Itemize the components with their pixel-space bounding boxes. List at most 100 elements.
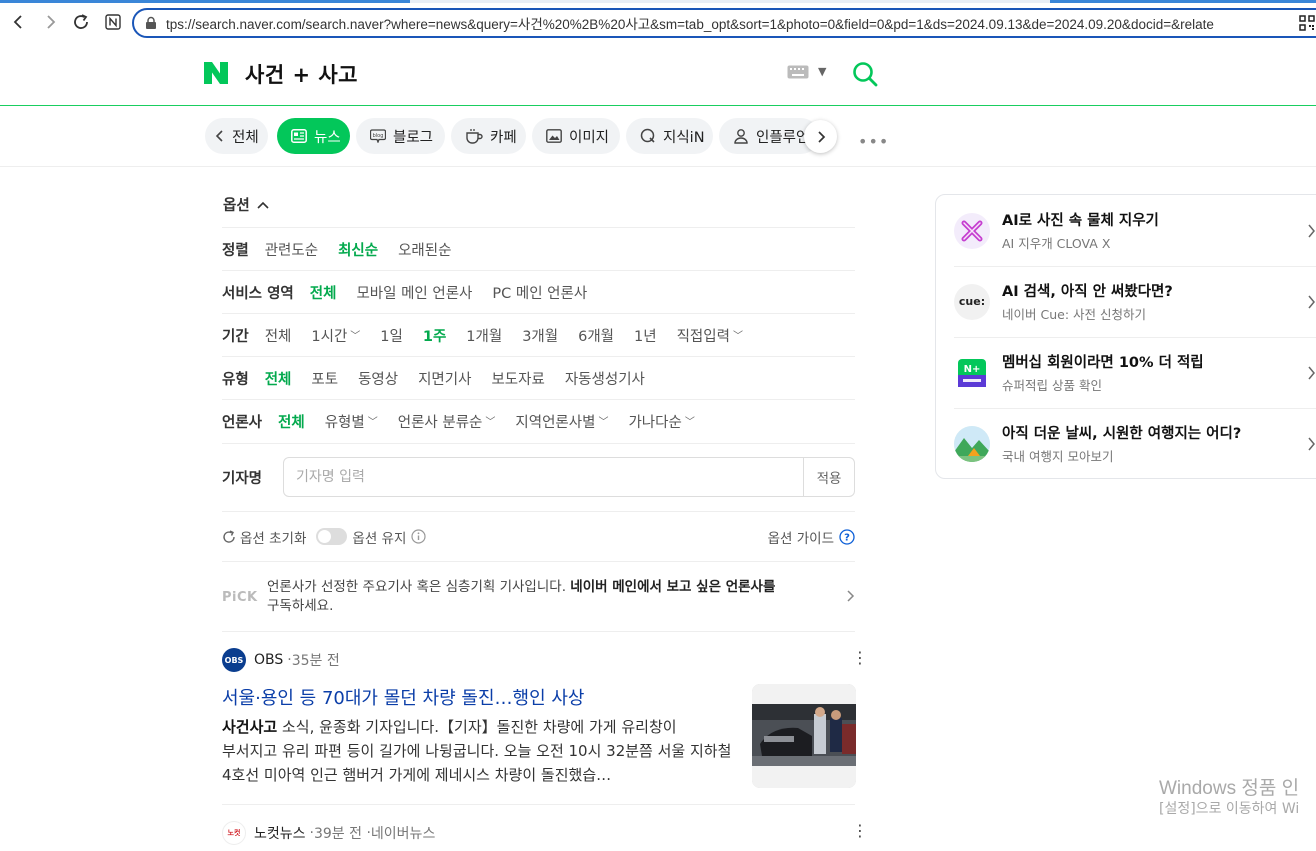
search-header: 사건 + 사고 ▼ — [0, 41, 1316, 106]
period-6month[interactable]: 6개월 — [578, 325, 614, 346]
keep-label: 옵션 유지 — [352, 530, 407, 547]
press-by-region-label: 지역언론사별 — [515, 414, 596, 431]
blog-icon: blog — [370, 129, 386, 143]
side-item-subtitle: 네이버 Cue: 사전 신청하기 — [1002, 307, 1146, 322]
chevron-right-icon — [1308, 366, 1315, 380]
options-tools: 옵션 초기화 옵션 유지 옵션 가이드 ? — [222, 511, 855, 561]
pick-banner[interactable]: PiCK 언론사가 선정한 주요기사 혹은 심층기획 기사입니다. 네이버 메인… — [222, 561, 855, 632]
press-by-type[interactable]: 유형별 ﹀ — [325, 411, 378, 432]
travel-icon — [954, 425, 990, 462]
press-all[interactable]: 전체 — [278, 411, 305, 432]
options-title: 옵션 — [223, 198, 250, 214]
type-print[interactable]: 지면기사 — [418, 368, 471, 389]
period-1month[interactable]: 1개월 — [466, 325, 502, 346]
options-toggle[interactable]: 옵션 — [223, 194, 269, 215]
press-alphabetical[interactable]: 가나다순 ﹀ — [628, 411, 694, 432]
side-item-text: 멤버십 회원이라면 10% 더 적립 슈퍼적립 상품 확인 — [1002, 351, 1204, 394]
press-name[interactable]: OBS — [254, 652, 283, 668]
period-custom[interactable]: 직접입력 ﹀ — [677, 325, 743, 346]
options-guide-link[interactable]: 옵션 가이드 ? — [768, 527, 855, 547]
news-thumbnail[interactable] — [752, 684, 856, 788]
cue-icon: cue: — [954, 283, 990, 320]
type-photo[interactable]: 포토 — [311, 368, 338, 389]
forward-button[interactable] — [38, 10, 62, 34]
chevron-down-icon: ﹀ — [485, 416, 496, 428]
reset-options-button[interactable]: 옵션 초기화 — [222, 527, 306, 547]
tab-all[interactable]: 전체 — [205, 118, 268, 154]
press-by-type-label: 유형별 — [324, 414, 365, 431]
news-title-link[interactable]: 서울·용인 등 70대가 몰던 차량 돌진…행인 사상 — [222, 684, 584, 710]
press-name[interactable]: 노컷뉴스 — [254, 823, 306, 843]
address-bar[interactable]: tps://search.naver.com/search.naver?wher… — [132, 8, 1316, 38]
type-press-release[interactable]: 보도자료 — [491, 368, 544, 389]
help-icon: ? — [839, 529, 855, 545]
tab-label: 이미지 — [569, 129, 610, 146]
press-logo-nocut[interactable]: 노컷 — [222, 821, 246, 845]
side-item-membership[interactable]: N+ 멤버십 회원이라면 10% 더 적립 슈퍼적립 상품 확인 — [954, 337, 1316, 408]
press-by-region[interactable]: 지역언론사별 ﹀ — [515, 411, 608, 432]
keyboard-caret-icon[interactable]: ▼ — [818, 65, 826, 78]
apply-button[interactable]: 적용 — [803, 458, 854, 496]
period-1year[interactable]: 1년 — [634, 325, 657, 346]
side-item-subtitle: 국내 여행지 모아보기 — [1002, 449, 1114, 464]
tab-blog[interactable]: blog 블로그 — [356, 118, 445, 154]
tab-image[interactable]: 이미지 — [532, 118, 620, 154]
keep-options-toggle[interactable] — [316, 528, 348, 545]
type-all[interactable]: 전체 — [265, 368, 292, 389]
side-item-title: 멤버십 회원이라면 10% 더 적립 — [1002, 355, 1204, 371]
search-icon[interactable] — [852, 61, 878, 87]
side-item-cue[interactable]: cue: AI 검색, 아직 안 써봤다면? 네이버 Cue: 사전 신청하기 — [954, 266, 1316, 337]
period-1week[interactable]: 1주 — [423, 325, 446, 346]
reload-button[interactable] — [69, 10, 93, 34]
period-1day[interactable]: 1일 — [380, 325, 403, 346]
type-auto-generated[interactable]: 자동생성기사 — [565, 368, 645, 389]
option-label: 서비스 영역 — [222, 285, 294, 302]
naver-logo-icon[interactable] — [204, 62, 228, 84]
keyboard-icon[interactable] — [787, 65, 809, 79]
press-logo-obs[interactable]: OBS — [222, 648, 246, 672]
news-snippet[interactable]: 사건사고 소식, 윤종화 기자입니다.【기자】돌진한 차량에 가게 유리창이 부… — [222, 715, 732, 787]
chevron-down-icon: ﹀ — [367, 416, 378, 428]
sort-relevance[interactable]: 관련도순 — [265, 239, 318, 260]
service-pc-main[interactable]: PC 메인 언론사 — [492, 282, 587, 303]
press-by-category-label: 언론사 분류순 — [397, 414, 483, 431]
service-all[interactable]: 전체 — [310, 282, 337, 303]
press-by-category[interactable]: 언론사 분류순 ﹀ — [398, 411, 496, 432]
tab-cafe[interactable]: 카페 — [451, 118, 526, 154]
tab-news[interactable]: 뉴스 — [277, 118, 350, 154]
chevron-up-icon — [257, 201, 269, 209]
side-item-travel[interactable]: 아직 더운 날씨, 시원한 여행지는 어디? 국내 여행지 모아보기 — [954, 408, 1316, 479]
more-options-icon[interactable]: ⋮ — [852, 823, 868, 839]
site-favicon[interactable] — [101, 10, 125, 34]
service-mobile-main[interactable]: 모바일 메인 언론사 — [356, 282, 472, 303]
qr-code-icon[interactable] — [1299, 15, 1315, 31]
news-separator — [222, 804, 855, 805]
tabs-next-button[interactable] — [804, 120, 837, 153]
news-snippet-highlight: 사건사고 — [222, 718, 278, 736]
back-button[interactable] — [7, 10, 31, 34]
chevron-right-icon — [1308, 437, 1315, 451]
tab-label: 뉴스 — [314, 129, 341, 146]
info-icon[interactable] — [411, 529, 426, 544]
person-icon — [734, 129, 748, 144]
chevron-right-icon — [1308, 295, 1315, 309]
search-tabs: 전체 뉴스 blog 블로그 카페 이미지 지식iN 인플루언서 ••• — [0, 106, 1316, 167]
option-label: 기자명 — [222, 471, 263, 487]
search-query[interactable]: 사건 + 사고 — [245, 59, 358, 89]
sort-latest[interactable]: 최신순 — [338, 239, 378, 260]
period-all[interactable]: 전체 — [265, 325, 292, 346]
tab-kin[interactable]: 지식iN — [626, 118, 713, 154]
kin-icon — [640, 128, 655, 143]
reporter-name-input[interactable] — [284, 458, 804, 496]
more-options-icon[interactable]: ⋮ — [852, 650, 868, 666]
lock-icon — [146, 16, 156, 29]
sort-oldest[interactable]: 오래된순 — [398, 239, 451, 260]
meta-dot: · — [362, 825, 371, 841]
more-icon[interactable]: ••• — [858, 132, 889, 151]
type-video[interactable]: 동영상 — [358, 368, 398, 389]
chevron-down-icon: ﹀ — [598, 416, 609, 428]
period-1hour[interactable]: 1시간 ﹀ — [311, 325, 360, 346]
side-item-ai-eraser[interactable]: AI로 사진 속 물체 지우기 AI 지우개 CLOVA X — [954, 195, 1316, 266]
naver-news-link[interactable]: 네이버뉴스 — [371, 823, 435, 843]
period-3month[interactable]: 3개월 — [522, 325, 558, 346]
